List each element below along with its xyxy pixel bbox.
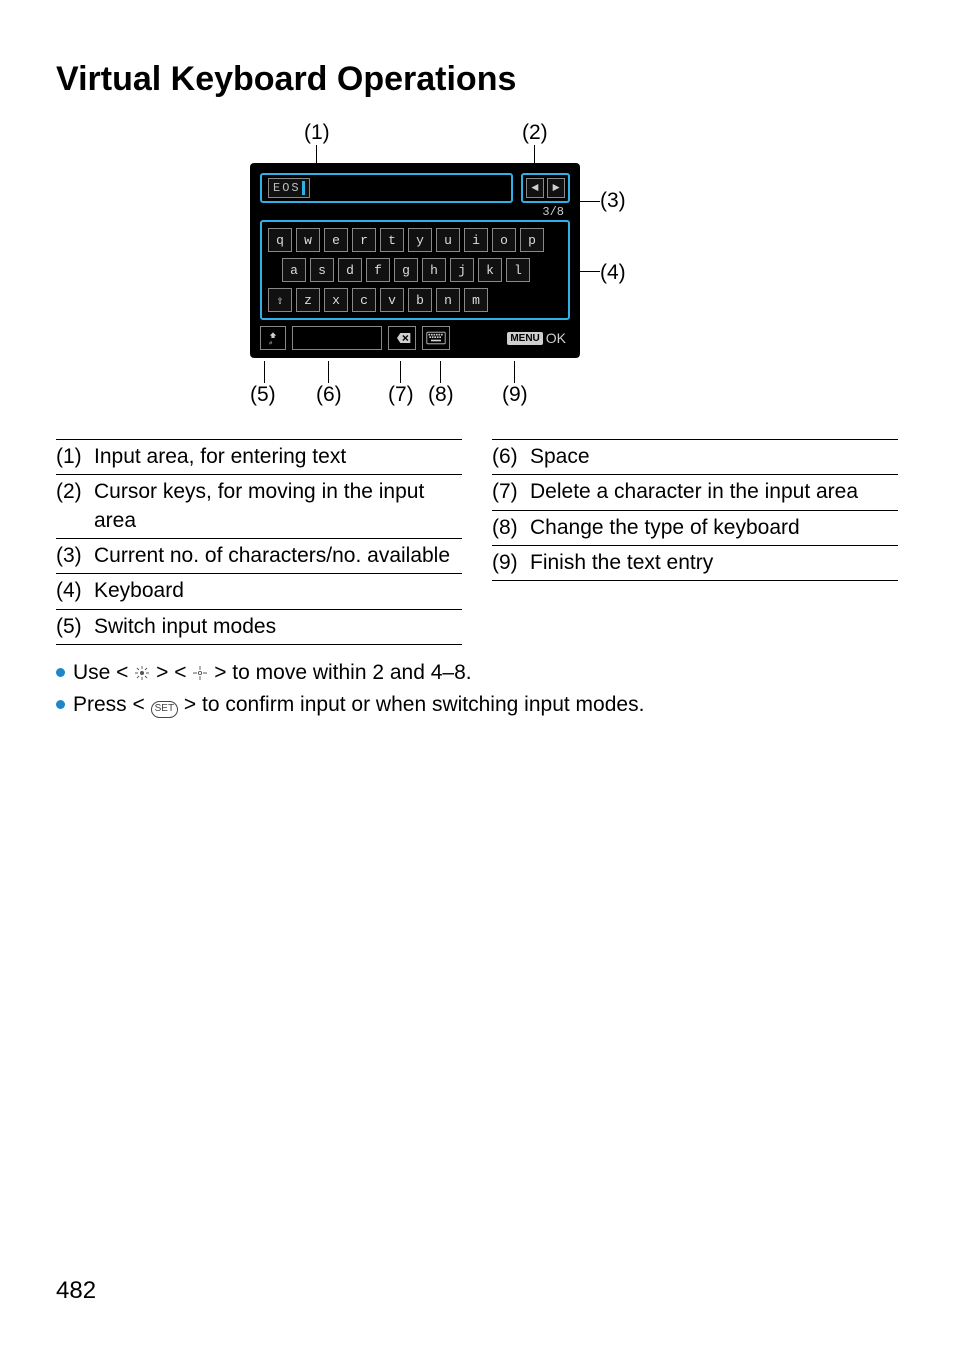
keyboard-row-2: a s d f g h j k l [282, 258, 562, 282]
key-x[interactable]: x [324, 288, 348, 312]
legend-num: (1) [56, 443, 94, 471]
page-title: Virtual Keyboard Operations [56, 60, 898, 99]
callout-3: (3) [600, 189, 626, 213]
legend: (1)Input area, for entering text (2)Curs… [56, 439, 898, 645]
note-text: Use < [73, 661, 128, 684]
backspace-icon [392, 331, 412, 345]
key-o[interactable]: o [492, 228, 516, 252]
key-u[interactable]: u [436, 228, 460, 252]
note-text: > to move within 2 and 4–8. [214, 661, 471, 684]
ok-label: OK [546, 330, 566, 346]
legend-num: (6) [492, 443, 530, 471]
input-mode-switch[interactable]: # [260, 326, 286, 350]
legend-text: Keyboard [94, 577, 462, 605]
svg-text:#: # [269, 339, 273, 346]
legend-text: Cursor keys, for moving in the input are… [94, 478, 462, 535]
legend-text: Space [530, 443, 898, 471]
legend-text: Finish the text entry [530, 549, 898, 577]
callout-4: (4) [600, 261, 626, 285]
key-b[interactable]: b [408, 288, 432, 312]
keyboard-row-1: q w e r t y u i o p [268, 228, 562, 252]
callout-7: (7) [388, 383, 414, 407]
callout-1: (1) [304, 121, 330, 145]
set-button-icon: SET [151, 701, 178, 718]
input-area[interactable]: EOS [260, 173, 513, 203]
key-c[interactable]: c [352, 288, 376, 312]
keyboard[interactable]: q w e r t y u i o p a s d f g h [260, 220, 570, 320]
key-k[interactable]: k [478, 258, 502, 282]
callout-5: (5) [250, 383, 276, 407]
cursor-keys[interactable]: ◄ ► [521, 173, 570, 203]
key-r[interactable]: r [352, 228, 376, 252]
legend-num: (9) [492, 549, 530, 577]
key-m[interactable]: m [464, 288, 488, 312]
multicontroller-8way-icon [134, 665, 150, 681]
legend-num: (5) [56, 613, 94, 641]
legend-right: (6)Space (7)Delete a character in the in… [492, 439, 898, 645]
key-shift[interactable]: ⇧ [268, 288, 292, 312]
key-i[interactable]: i [464, 228, 488, 252]
key-h[interactable]: h [422, 258, 446, 282]
key-e[interactable]: e [324, 228, 348, 252]
key-g[interactable]: g [394, 258, 418, 282]
bullet-icon [56, 668, 65, 677]
keyboard-device: EOS ◄ ► 3/8 q w e r t y u i [250, 163, 580, 358]
key-z[interactable]: z [296, 288, 320, 312]
key-q[interactable]: q [268, 228, 292, 252]
page-number: 482 [56, 1277, 96, 1305]
legend-text: Change the type of keyboard [530, 514, 898, 542]
key-l[interactable]: l [506, 258, 530, 282]
legend-text: Delete a character in the input area [530, 478, 898, 506]
note-text: > to confirm input or when switching inp… [184, 693, 644, 716]
pending-text: EOS [268, 178, 310, 198]
key-s[interactable]: s [310, 258, 334, 282]
space-key[interactable] [292, 326, 382, 350]
key-n[interactable]: n [436, 288, 460, 312]
note-line-1: Use < > < > to move within 2 and 4–8. [56, 657, 898, 689]
cursor-right-icon[interactable]: ► [547, 178, 565, 198]
key-f[interactable]: f [366, 258, 390, 282]
menu-ok[interactable]: MENU OK [503, 326, 570, 350]
key-a[interactable]: a [282, 258, 306, 282]
note-text: > < [156, 661, 186, 684]
keyboard-row-3: ⇧ z x c v b n m [268, 288, 562, 312]
legend-text: Switch input modes [94, 613, 462, 641]
legend-num: (2) [56, 478, 94, 535]
text-caret [302, 181, 305, 195]
keyboard-type-key[interactable] [422, 326, 450, 350]
key-w[interactable]: w [296, 228, 320, 252]
legend-num: (7) [492, 478, 530, 506]
bullet-icon [56, 700, 65, 709]
char-count: 3/8 [260, 203, 570, 220]
note-line-2: Press < SET > to confirm input or when s… [56, 689, 898, 721]
key-v[interactable]: v [380, 288, 404, 312]
legend-num: (8) [492, 514, 530, 542]
cursor-left-icon[interactable]: ◄ [526, 178, 544, 198]
legend-text: Input area, for entering text [94, 443, 462, 471]
menu-label: MENU [507, 332, 542, 345]
legend-num: (4) [56, 577, 94, 605]
legend-text: Current no. of characters/no. available [94, 542, 462, 570]
keyboard-icon [426, 331, 446, 345]
figure: (1) (2) (3) (4) (5) (6) (7) (8) (9) EOS [56, 121, 898, 411]
key-t[interactable]: t [380, 228, 404, 252]
key-y[interactable]: y [408, 228, 432, 252]
callout-9: (9) [502, 383, 528, 407]
notes: Use < > < > to move within 2 and 4–8. Pr… [56, 657, 898, 720]
callout-6: (6) [316, 383, 342, 407]
input-value: EOS [273, 181, 301, 195]
multicontroller-4way-icon [192, 665, 208, 681]
key-p[interactable]: p [520, 228, 544, 252]
key-d[interactable]: d [338, 258, 362, 282]
input-mode-icon: # [265, 330, 281, 346]
callout-8: (8) [428, 383, 454, 407]
legend-num: (3) [56, 542, 94, 570]
note-text: Press < [73, 693, 145, 716]
callout-2: (2) [522, 121, 548, 145]
legend-left: (1)Input area, for entering text (2)Curs… [56, 439, 462, 645]
key-j[interactable]: j [450, 258, 474, 282]
delete-key[interactable] [388, 326, 416, 350]
